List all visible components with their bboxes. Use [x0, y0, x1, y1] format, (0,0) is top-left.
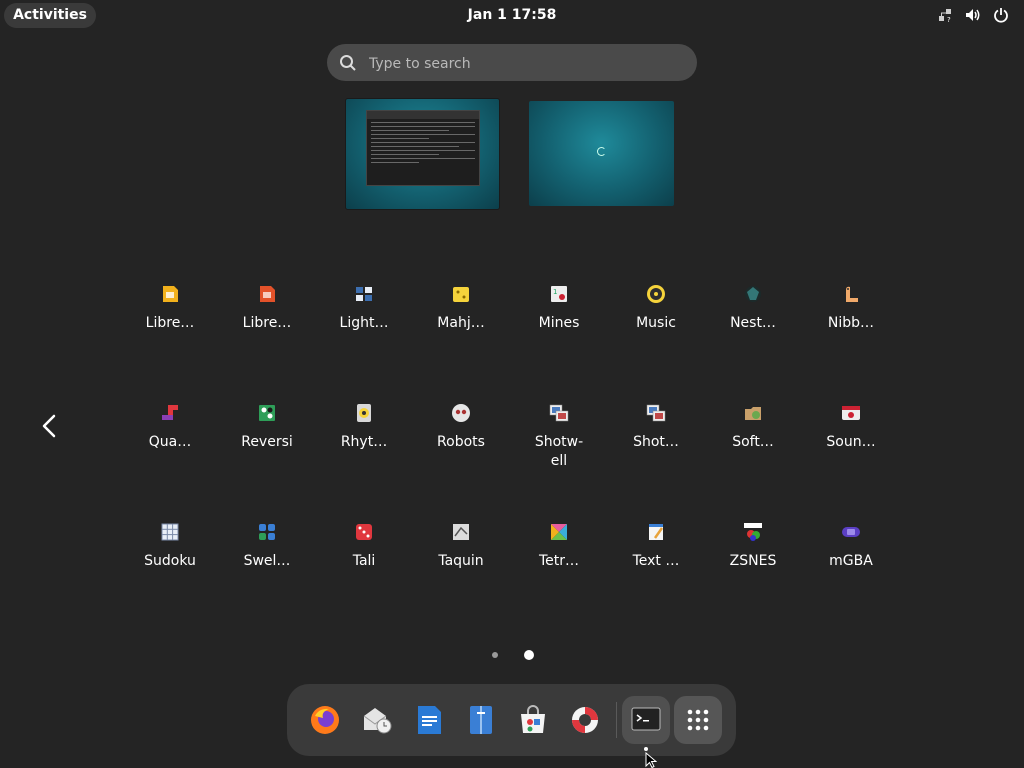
rhythmbox-icon	[357, 404, 371, 422]
music-icon	[647, 285, 665, 303]
robots-icon	[452, 404, 470, 422]
dash	[287, 684, 736, 756]
app-software-properties[interactable]: Soft…	[705, 389, 801, 489]
reversi-icon	[259, 405, 275, 421]
search-icon	[340, 55, 356, 71]
dock-mail-scheduler[interactable]	[353, 696, 401, 744]
lightsoff-icon	[356, 287, 372, 301]
writer-icon	[418, 706, 441, 734]
sound-recorder-icon	[842, 406, 860, 420]
mahjongg-icon	[453, 287, 469, 302]
workspace-thumbnail-2[interactable]	[529, 101, 674, 206]
taquin-icon	[453, 524, 469, 540]
debian-swirl-icon	[597, 147, 606, 156]
power-icon[interactable]	[992, 6, 1010, 24]
app-taquin[interactable]: Taquin	[413, 508, 509, 608]
app-grid: Libre… Libre… Light… Mahj… 1 Mines Music…	[122, 270, 902, 590]
workspace-thumbnail-1[interactable]	[346, 99, 499, 209]
software-properties-icon	[745, 407, 761, 420]
shotwell-viewer-icon	[646, 404, 666, 422]
terminal-icon	[631, 707, 661, 731]
dock-help[interactable]	[561, 696, 609, 744]
app-zsnes[interactable]: ZSNES	[705, 508, 801, 608]
mines-icon: 1	[551, 286, 567, 302]
app-sound-recorder[interactable]: Soun…	[803, 389, 899, 489]
show-apps-icon	[687, 709, 709, 731]
search-entry[interactable]	[327, 44, 697, 83]
app-libreoffice-draw[interactable]: Libre…	[219, 270, 315, 370]
dock-notes[interactable]	[457, 696, 505, 744]
software-store-icon	[521, 705, 545, 733]
quadrapassel-icon	[162, 405, 178, 420]
swell-foop-icon	[259, 524, 275, 540]
zsnes-icon	[744, 523, 762, 541]
mail-clock-icon	[363, 708, 392, 734]
app-libreoffice-impress[interactable]: Libre…	[122, 270, 218, 370]
top-bar: Activities Jan 1 17:58 ?	[0, 0, 1024, 32]
tetravex-icon	[551, 524, 567, 540]
dock-firefox[interactable]	[301, 696, 349, 744]
tali-icon	[356, 524, 372, 540]
dock-libreoffice-writer[interactable]	[405, 696, 453, 744]
app-nestopia[interactable]: Nest…	[705, 270, 801, 370]
text-editor-icon	[649, 524, 664, 540]
nestopia-icon	[745, 286, 761, 302]
app-text-editor[interactable]: Text …	[608, 508, 704, 608]
dock-terminal[interactable]	[622, 696, 670, 751]
app-shotwell-viewer[interactable]: Shot…	[608, 389, 704, 489]
app-nibbles[interactable]: Nibb…	[803, 270, 899, 370]
app-tetravex[interactable]: Tetr…	[511, 508, 607, 608]
app-rhythmbox[interactable]: Rhyt…	[316, 389, 412, 489]
dock-show-applications[interactable]	[674, 696, 722, 744]
dash-separator	[616, 702, 617, 738]
page-indicator-2[interactable]	[524, 650, 534, 660]
activities-button[interactable]: Activities	[4, 3, 96, 28]
mgba-icon	[842, 527, 860, 537]
app-music[interactable]: Music	[608, 270, 704, 370]
libreoffice-impress-icon	[163, 286, 178, 302]
libreoffice-draw-icon	[260, 286, 275, 302]
app-reversi[interactable]: Reversi	[219, 389, 315, 489]
app-shotwell[interactable]: Shotw- ell	[511, 389, 607, 489]
app-tali[interactable]: Tali	[316, 508, 412, 608]
volume-icon[interactable]	[964, 6, 982, 24]
running-indicator	[644, 747, 648, 751]
network-icon[interactable]: ?	[936, 6, 954, 24]
app-sudoku[interactable]: Sudoku	[122, 508, 218, 608]
system-tray[interactable]: ?	[936, 6, 1010, 24]
clock-label[interactable]: Jan 1 17:58	[468, 7, 557, 23]
help-lifebuoy-icon	[572, 707, 598, 733]
dock-software[interactable]	[509, 696, 557, 744]
svg-text:1: 1	[553, 288, 557, 296]
app-robots[interactable]: Robots	[413, 389, 509, 489]
app-mahjongg[interactable]: Mahj…	[413, 270, 509, 370]
search-input[interactable]	[367, 44, 691, 83]
firefox-icon	[311, 706, 339, 734]
app-lightsoff[interactable]: Light…	[316, 270, 412, 370]
sudoku-icon	[161, 523, 179, 541]
clock: Jan 1 17:58	[0, 0, 1024, 32]
previous-page-arrow-icon[interactable]	[36, 412, 64, 440]
svg-text:?: ?	[947, 16, 951, 23]
app-mgba[interactable]: mGBA	[803, 508, 899, 608]
nibbles-icon	[846, 286, 858, 302]
app-swell-foop[interactable]: Swel…	[219, 508, 315, 608]
app-mines[interactable]: 1 Mines	[511, 270, 607, 370]
mouse-cursor-icon	[645, 752, 657, 768]
app-quadrapassel[interactable]: Qua…	[122, 389, 218, 489]
shotwell-icon	[549, 404, 569, 422]
page-indicator-1[interactable]	[492, 652, 498, 658]
notes-icon	[470, 706, 492, 734]
terminal-window-thumbnail[interactable]	[366, 110, 480, 186]
